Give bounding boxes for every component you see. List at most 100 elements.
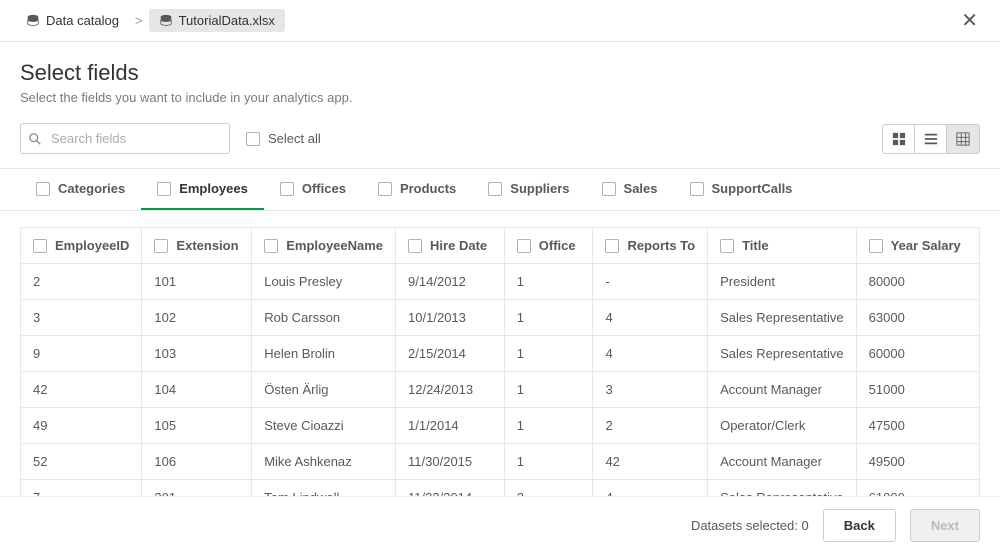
table-cell: 49500 [856, 444, 979, 480]
table-cell: Sales Representative [708, 336, 857, 372]
close-button[interactable]: ✕ [955, 8, 984, 33]
column-header[interactable]: Extension [142, 228, 252, 264]
tab-categories[interactable]: Categories [20, 169, 141, 210]
select-all-label: Select all [268, 131, 321, 146]
table-cell: Louis Presley [252, 264, 396, 300]
column-header[interactable]: EmployeeName [252, 228, 396, 264]
table-cell: Account Manager [708, 372, 857, 408]
column-checkbox[interactable] [869, 239, 883, 253]
view-toggles [882, 124, 980, 154]
table-cell: 42 [21, 372, 142, 408]
footer: Datasets selected: 0 Back Next [0, 496, 1000, 554]
tab-label: Products [400, 181, 456, 196]
tab-checkbox[interactable] [602, 182, 616, 196]
column-checkbox[interactable] [605, 239, 619, 253]
column-label: Reports To [627, 238, 695, 253]
column-header[interactable]: Office [504, 228, 593, 264]
table-cell: 51000 [856, 372, 979, 408]
table-cell: 3 [21, 300, 142, 336]
breadcrumb-root-label: Data catalog [46, 13, 119, 28]
table-cell: 1 [504, 408, 593, 444]
table-cell: 104 [142, 372, 252, 408]
back-button[interactable]: Back [823, 509, 896, 542]
grid-icon [892, 132, 906, 146]
table-cell: 2/15/2014 [396, 336, 505, 372]
table-cell: 4 [593, 300, 708, 336]
view-table-button[interactable] [947, 125, 979, 153]
column-header[interactable]: EmployeeID [21, 228, 142, 264]
column-checkbox[interactable] [33, 239, 47, 253]
table-wrapper: EmployeeID Extension EmployeeName Hire Date… [0, 227, 1000, 516]
column-label: EmployeeName [286, 238, 383, 253]
column-header[interactable]: Year Salary [856, 228, 979, 264]
select-all[interactable]: Select all [246, 131, 321, 146]
column-header[interactable]: Hire Date [396, 228, 505, 264]
tab-suppliers[interactable]: Suppliers [472, 169, 585, 210]
breadcrumb-root[interactable]: Data catalog [16, 9, 129, 32]
tab-checkbox[interactable] [36, 182, 50, 196]
tab-sales[interactable]: Sales [586, 169, 674, 210]
table-cell: 103 [142, 336, 252, 372]
column-checkbox[interactable] [720, 239, 734, 253]
table-cell: 4 [593, 336, 708, 372]
table-cell: Helen Brolin [252, 336, 396, 372]
column-header[interactable]: Reports To [593, 228, 708, 264]
view-list-button[interactable] [915, 125, 947, 153]
table-header-row: EmployeeID Extension EmployeeName Hire Date… [21, 228, 980, 264]
column-header[interactable]: Title [708, 228, 857, 264]
table-row: 49105Steve Cioazzi1/1/201412Operator/Cle… [21, 408, 980, 444]
table-row: 42104Östen Ärlig12/24/201313Account Mana… [21, 372, 980, 408]
tab-label: SupportCalls [712, 181, 793, 196]
tab-label: Offices [302, 181, 346, 196]
table-cell: - [593, 264, 708, 300]
tab-employees[interactable]: Employees [141, 169, 264, 210]
tab-checkbox[interactable] [280, 182, 294, 196]
table-cell: 1 [504, 444, 593, 480]
breadcrumb-bar: Data catalog > TutorialData.xlsx ✕ [0, 0, 1000, 42]
breadcrumb-file[interactable]: TutorialData.xlsx [149, 9, 285, 32]
table-cell: Steve Cioazzi [252, 408, 396, 444]
tab-checkbox[interactable] [690, 182, 704, 196]
table-icon [956, 132, 970, 146]
column-label: Hire Date [430, 238, 487, 253]
table-cell: 63000 [856, 300, 979, 336]
column-label: Title [742, 238, 769, 253]
table-cell: 1 [504, 300, 593, 336]
table-cell: 1 [504, 372, 593, 408]
table-cell: President [708, 264, 857, 300]
tab-checkbox[interactable] [488, 182, 502, 196]
next-button[interactable]: Next [910, 509, 980, 542]
table-cell: Operator/Clerk [708, 408, 857, 444]
search-input[interactable] [20, 123, 230, 154]
column-label: EmployeeID [55, 238, 129, 253]
table-cell: Sales Representative [708, 300, 857, 336]
page-subtitle: Select the fields you want to include in… [20, 90, 980, 105]
column-label: Extension [176, 238, 238, 253]
table-cell: 2 [21, 264, 142, 300]
database-icon [26, 14, 40, 28]
table-cell: 106 [142, 444, 252, 480]
tab-checkbox[interactable] [378, 182, 392, 196]
column-label: Year Salary [891, 238, 961, 253]
page-header: Select fields Select the fields you want… [0, 42, 1000, 115]
table-cell: 105 [142, 408, 252, 444]
view-grid-button[interactable] [883, 125, 915, 153]
column-checkbox[interactable] [517, 239, 531, 253]
tab-label: Suppliers [510, 181, 569, 196]
tab-products[interactable]: Products [362, 169, 472, 210]
table-cell: 47500 [856, 408, 979, 444]
tab-checkbox[interactable] [157, 182, 171, 196]
tabs-bar: CategoriesEmployees Offices Products Suppli… [0, 168, 1000, 211]
table-cell: Östen Ärlig [252, 372, 396, 408]
list-icon [924, 132, 938, 146]
tab-offices[interactable]: Offices [264, 169, 362, 210]
select-all-checkbox[interactable] [246, 132, 260, 146]
column-checkbox[interactable] [154, 239, 168, 253]
tab-supportcalls[interactable]: SupportCalls [674, 169, 809, 210]
column-checkbox[interactable] [408, 239, 422, 253]
table-cell: 1 [504, 264, 593, 300]
table-cell: 9/14/2012 [396, 264, 505, 300]
column-checkbox[interactable] [264, 239, 278, 253]
table-cell: 49 [21, 408, 142, 444]
table-cell: 1/1/2014 [396, 408, 505, 444]
